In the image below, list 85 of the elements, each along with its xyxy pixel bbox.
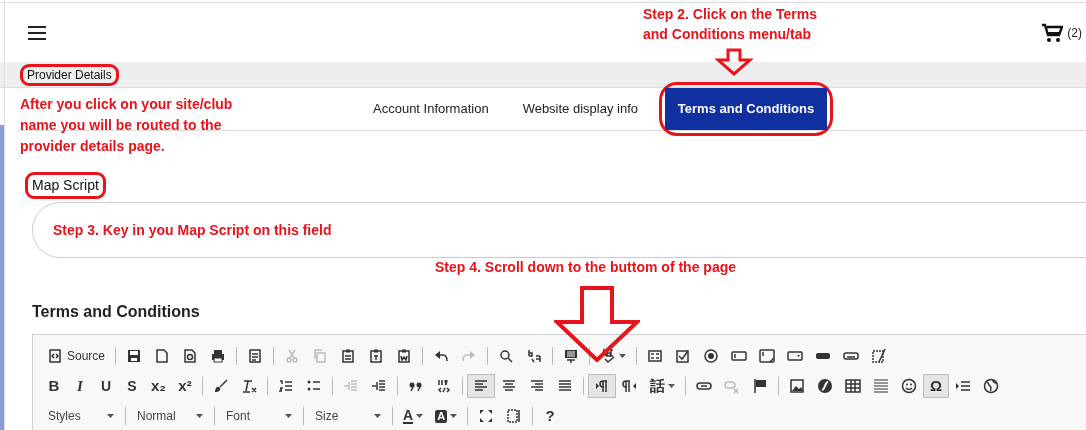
spellcheck-icon [600, 348, 617, 364]
checkbox-icon [675, 348, 692, 364]
caret-icon [450, 414, 458, 418]
indent-icon [371, 378, 387, 394]
table-icon [845, 378, 861, 394]
div-icon [436, 378, 452, 394]
radio-icon [703, 348, 720, 364]
toolbar-button[interactable]: A [397, 404, 430, 428]
dropdown[interactable]: Normal [130, 404, 210, 428]
flag-icon [752, 378, 768, 394]
arrow-icon [715, 48, 753, 76]
outdent-icon [343, 378, 359, 394]
undo-icon [433, 348, 450, 364]
paragraph-direction-icon [622, 378, 638, 394]
dropdown[interactable]: Styles [41, 404, 121, 428]
field-label: Map Script [32, 176, 99, 195]
show-blocks-icon [506, 408, 523, 424]
search-icon [498, 348, 515, 364]
toolbar-button[interactable]: ? [537, 404, 564, 428]
section-title: Terms and Conditions [32, 302, 200, 322]
image-icon [789, 378, 805, 394]
annotation-text: Step 3. Key in you Map Script on this field [53, 220, 332, 240]
caret-icon [285, 414, 292, 418]
clipboard-icon [396, 348, 413, 364]
breadcrumb-title: Provider Details [27, 66, 112, 84]
document-icon [247, 348, 264, 364]
toolbar-button[interactable]: S [119, 374, 145, 398]
tab[interactable]: Terms and Conditions [665, 88, 827, 130]
caret-icon [619, 354, 627, 358]
menu-icon[interactable] [27, 24, 47, 41]
annotation-text: Step 2. Click on the Terms and Conditions menu/tab [643, 5, 818, 44]
toolbar-button[interactable] [588, 374, 616, 398]
cart-icon[interactable] [1041, 22, 1064, 43]
maximize-icon [478, 408, 495, 424]
caret-icon [668, 384, 675, 388]
numbered-list-icon [278, 378, 294, 394]
clipboard-icon [368, 348, 385, 364]
toolbar-button[interactable]: I [67, 374, 93, 398]
annotation-text: Step 4. Scroll down to the buttom of the page [435, 258, 736, 277]
paragraph-direction-icon [594, 378, 610, 394]
brush-icon [213, 378, 229, 394]
toolbar-button[interactable]: 話 [644, 374, 681, 398]
cart-count: (2) [1067, 24, 1082, 42]
text-area-icon [759, 348, 776, 364]
smiley-icon [901, 378, 917, 394]
caret-icon [374, 414, 381, 418]
unlink-icon [724, 378, 740, 394]
copy-icon [312, 348, 329, 364]
toolbar-button[interactable]: U [93, 374, 119, 398]
print-icon [210, 348, 227, 364]
justify-icon [557, 378, 573, 394]
dropdown[interactable]: Size [308, 404, 388, 428]
page-icon [154, 348, 171, 364]
flash-icon [817, 378, 833, 394]
replace-icon [526, 348, 543, 364]
input-field[interactable]: Step 3. Key in you Map Script on this field [32, 202, 1086, 258]
text-field-icon [731, 348, 748, 364]
source-icon [47, 348, 63, 364]
align-center-icon [501, 378, 517, 394]
cut-icon [284, 348, 301, 364]
hidden-field-icon [871, 348, 888, 364]
toolbar-button[interactable]: x₂ [145, 374, 172, 398]
align-left-icon [473, 378, 489, 394]
annotation-text: After you click on your site/club name you will be routed to the provider details page. [20, 95, 234, 156]
toolbar-button[interactable]: x² [172, 374, 198, 398]
toolbar-button[interactable]: B [41, 374, 67, 398]
caret-icon [196, 414, 203, 418]
arrow-icon [554, 286, 640, 362]
clipboard-icon [340, 348, 357, 364]
select-field-icon [787, 348, 804, 364]
remove-format-icon [241, 378, 257, 394]
page-break-icon [955, 378, 971, 394]
dropdown[interactable]: Font [219, 404, 299, 428]
form-icon [647, 348, 664, 364]
save-icon [126, 348, 143, 364]
preview-icon [182, 348, 199, 364]
select-all-icon [563, 348, 580, 364]
source-button[interactable]: Source [41, 344, 112, 368]
caret-icon [107, 414, 114, 418]
toolbar-button[interactable]: Ω [923, 374, 949, 398]
horizontal-line-icon [873, 378, 889, 394]
globe-icon [983, 378, 999, 394]
align-right-icon [529, 378, 545, 394]
caret-icon [416, 414, 424, 418]
toolbar-button[interactable]: A [429, 404, 464, 428]
